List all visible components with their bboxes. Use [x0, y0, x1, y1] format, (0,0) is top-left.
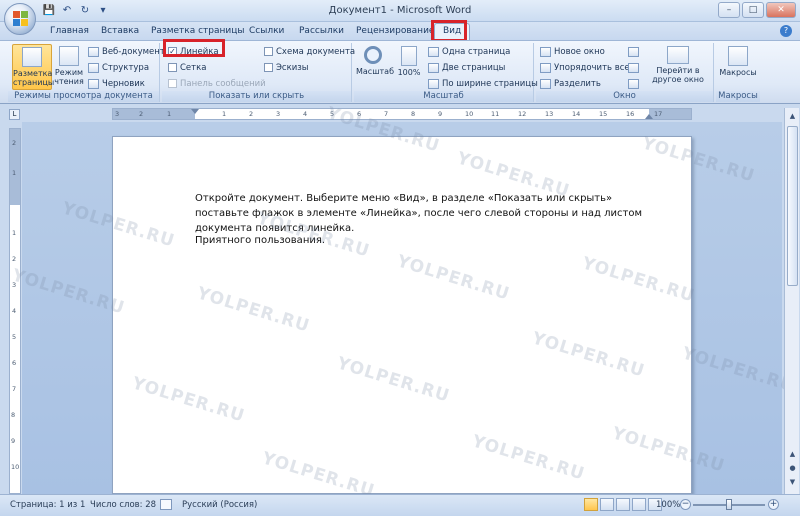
title-bar: 💾 ↶ ↻ ▾ Документ1 - Microsoft Word – □ ✕: [0, 0, 800, 22]
document-area: Откройте документ. Выберите меню «Вид», …: [22, 122, 782, 494]
page-width-button[interactable]: По ширине страницы: [428, 77, 538, 90]
group-label: Макросы: [716, 91, 760, 102]
one-page-button[interactable]: Одна страница: [428, 45, 510, 58]
web-layout-icon: [88, 46, 99, 57]
close-button[interactable]: ✕: [766, 2, 796, 18]
tab-view-highlight: [431, 20, 467, 42]
office-button[interactable]: [4, 3, 36, 35]
zoom-slider-thumb[interactable]: [726, 499, 732, 510]
print-layout-icon: [22, 47, 42, 67]
group-macros: Макросы Макросы: [716, 43, 760, 102]
draft-icon: [88, 78, 99, 89]
group-document-views: Разметка страницы Режим чтения Веб-докум…: [8, 43, 165, 102]
proofing-icon[interactable]: [160, 499, 172, 510]
document-paragraph-2[interactable]: Приятного пользования.: [195, 233, 655, 248]
scroll-down-icon[interactable]: ▼: [787, 476, 798, 488]
browse-object-icon[interactable]: ●: [787, 462, 798, 474]
arrange-all-button[interactable]: Упорядочить все: [540, 61, 630, 74]
print-layout-button[interactable]: Разметка страницы: [12, 44, 54, 90]
split-button[interactable]: Разделить: [540, 77, 601, 90]
tab-mailings[interactable]: Рассылки: [299, 26, 344, 36]
office-logo-icon: [13, 11, 28, 26]
two-pages-button[interactable]: Две страницы: [428, 61, 505, 74]
reset-position-icon[interactable]: [628, 77, 639, 90]
document-paragraph-1[interactable]: Откройте документ. Выберите меню «Вид», …: [195, 191, 655, 236]
two-pages-icon: [428, 62, 439, 73]
web-layout-button[interactable]: Веб-документ: [88, 45, 165, 58]
group-label: Показать или скрыть: [162, 91, 351, 102]
new-window-icon: [540, 46, 551, 57]
side-by-side-icon[interactable]: [628, 45, 639, 58]
window-title: Документ1 - Microsoft Word: [328, 5, 472, 16]
scroll-up-icon[interactable]: ▲: [787, 110, 798, 122]
horizontal-ruler[interactable]: 3 2 1 1 2 3 4 5 6 7 8 9 10 11 12 13 14 1…: [112, 108, 692, 120]
full-screen-reading-button[interactable]: Режим чтения: [54, 44, 84, 90]
group-zoom: Масштаб 100% Одна страница Две страницы …: [354, 43, 538, 102]
outline-button[interactable]: Структура: [88, 61, 149, 74]
ruler-checkbox-highlight: [163, 39, 225, 57]
tab-review[interactable]: Рецензирование: [356, 26, 434, 36]
macros-button[interactable]: Макросы: [718, 44, 758, 90]
thumbnails-checkbox[interactable]: Эскизы: [264, 61, 309, 74]
language-indicator[interactable]: Русский (Россия): [182, 500, 257, 510]
group-window: Новое окно Упорядочить все Разделить Пер…: [536, 43, 714, 102]
macros-icon: [728, 46, 748, 66]
page-width-icon: [428, 78, 439, 89]
split-icon: [540, 78, 551, 89]
switch-windows-icon: [667, 46, 689, 64]
help-icon[interactable]: ?: [780, 25, 792, 37]
view-print-layout-icon[interactable]: [584, 498, 598, 511]
vertical-scrollbar[interactable]: ▲ ▲ ● ▼: [784, 108, 799, 494]
ribbon-tabs: Главная Вставка Разметка страницы Ссылки…: [0, 22, 800, 41]
page-100-icon: [401, 46, 417, 66]
switch-windows-button[interactable]: Перейти в другое окно: [646, 44, 710, 90]
group-label: Масштаб: [354, 91, 533, 102]
indent-marker-icon[interactable]: [191, 109, 199, 114]
message-bar-checkbox: Панель сообщений: [168, 77, 266, 90]
document-page[interactable]: Откройте документ. Выберите меню «Вид», …: [112, 136, 692, 494]
maximize-button[interactable]: □: [742, 2, 764, 18]
draft-button[interactable]: Черновик: [88, 77, 145, 90]
one-page-icon: [428, 46, 439, 57]
zoom-100-button[interactable]: 100%: [394, 44, 424, 90]
view-reading-icon[interactable]: [600, 498, 614, 511]
ribbon: Разметка страницы Режим чтения Веб-докум…: [0, 40, 800, 104]
group-label: Режимы просмотра документа: [8, 91, 159, 102]
scroll-thumb[interactable]: [787, 126, 798, 286]
right-indent-marker-icon[interactable]: [645, 114, 653, 119]
view-web-icon[interactable]: [616, 498, 630, 511]
scroll-up-page-icon[interactable]: ▲: [787, 448, 798, 460]
arrange-all-icon: [540, 62, 551, 73]
gridlines-checkbox[interactable]: Сетка: [168, 61, 206, 74]
zoom-in-icon[interactable]: +: [768, 499, 779, 510]
magnifier-icon: [364, 46, 382, 64]
zoom-button[interactable]: Масштаб: [356, 44, 394, 90]
reading-icon: [59, 46, 79, 66]
sync-scroll-icon[interactable]: [628, 61, 639, 74]
vertical-ruler[interactable]: 2 1 1 2 3 4 5 6 7 8 9 10: [9, 128, 21, 494]
page-count[interactable]: Страница: 1 из 1: [10, 500, 85, 510]
window-controls: – □ ✕: [718, 2, 796, 18]
tab-references[interactable]: Ссылки: [249, 26, 284, 36]
document-map-checkbox[interactable]: Схема документа: [264, 45, 355, 58]
view-outline-icon[interactable]: [632, 498, 646, 511]
zoom-level[interactable]: 100%: [656, 500, 680, 510]
tab-insert[interactable]: Вставка: [101, 26, 139, 36]
group-label: Окно: [536, 91, 713, 102]
outline-icon: [88, 62, 99, 73]
tab-page-layout[interactable]: Разметка страницы: [151, 26, 245, 36]
zoom-out-icon[interactable]: −: [680, 499, 691, 510]
new-window-button[interactable]: Новое окно: [540, 45, 605, 58]
status-bar: Страница: 1 из 1 Число слов: 28 Русский …: [0, 494, 800, 516]
tab-home[interactable]: Главная: [50, 26, 89, 36]
minimize-button[interactable]: –: [718, 2, 740, 18]
word-count[interactable]: Число слов: 28: [90, 500, 156, 510]
tab-selector[interactable]: L: [9, 109, 20, 120]
